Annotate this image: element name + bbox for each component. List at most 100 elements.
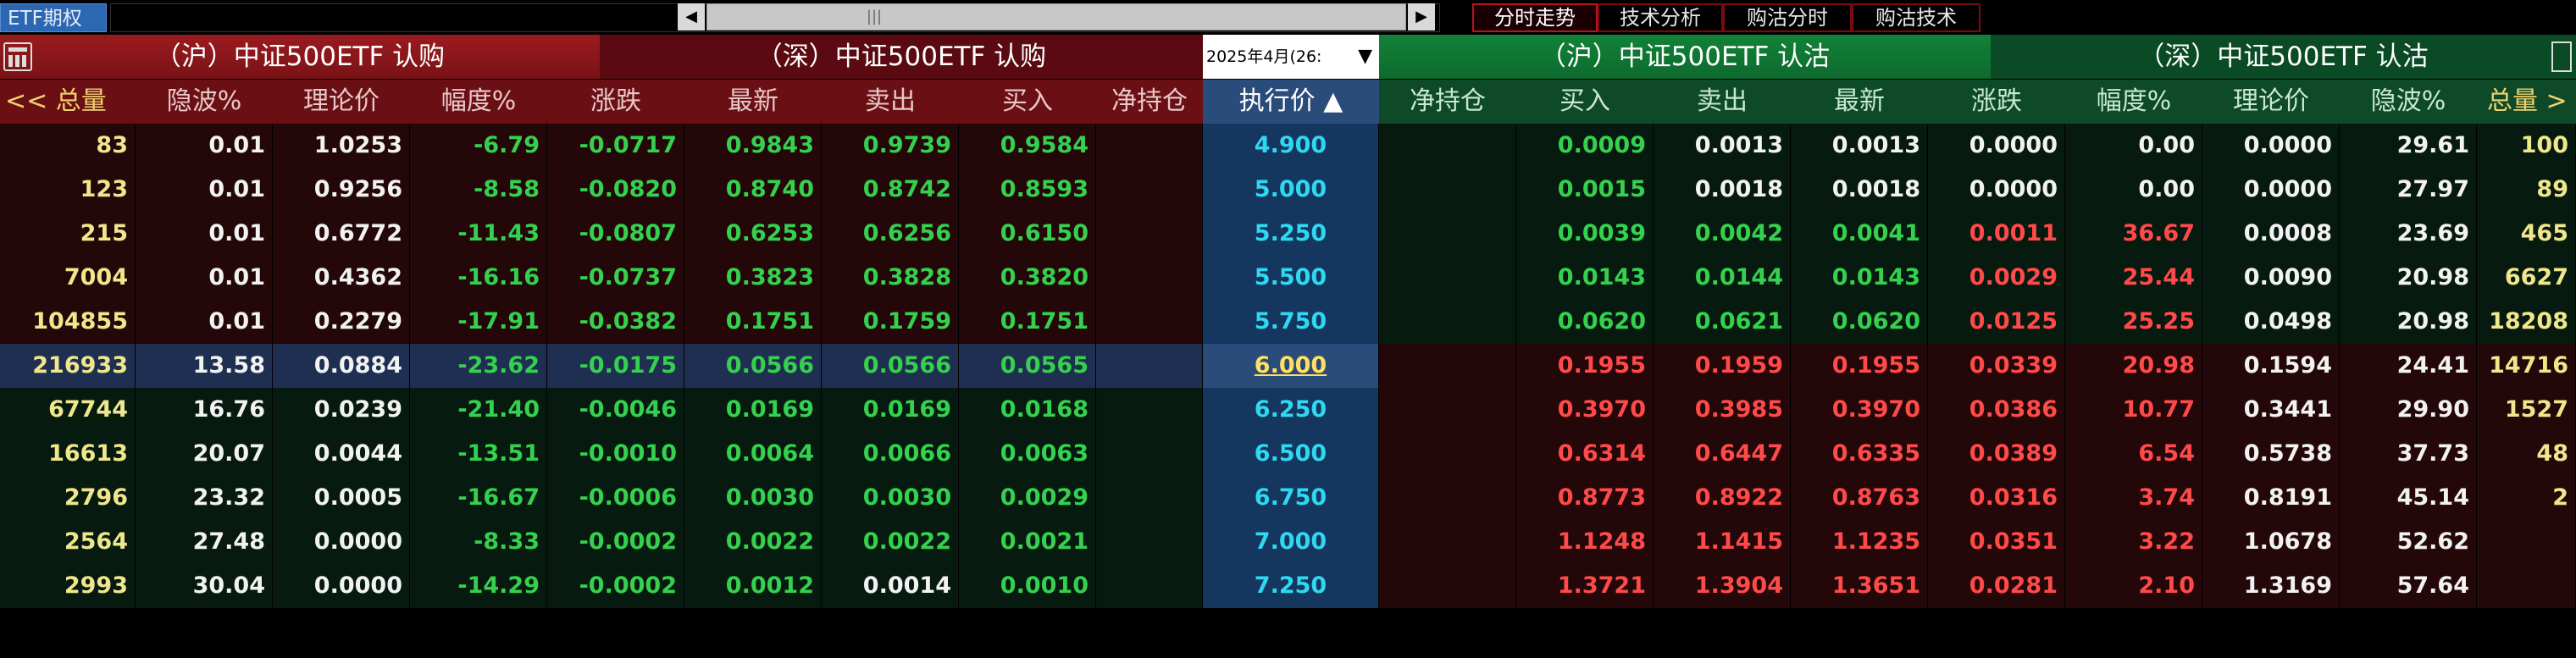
put-header-ask[interactable]: 卖出 bbox=[1654, 80, 1791, 124]
call-header-bid[interactable]: 买入 bbox=[959, 80, 1096, 124]
sh-call-title: （沪）中证500ETF 认购 bbox=[154, 41, 446, 72]
strike-price-cell[interactable]: 6.000 bbox=[1203, 344, 1379, 388]
call-change-pct-cell: -14.29 bbox=[410, 564, 547, 608]
expiry-month-select[interactable]: 2025年4月(26: ▼ bbox=[1203, 35, 1379, 79]
strike-price-cell[interactable]: 6.750 bbox=[1203, 476, 1379, 520]
call-header-implied-vol[interactable]: 隐波% bbox=[136, 80, 273, 124]
put-total-volume-cell: 100 bbox=[2477, 124, 2576, 168]
call-change-cell: -0.0010 bbox=[547, 432, 684, 476]
table-row[interactable]: 7004 0.01 0.4362 -16.16 -0.0737 0.3823 0.3828 0… bbox=[0, 256, 2576, 300]
tab-call-put-time-sharing[interactable]: 购沽分时 bbox=[1723, 3, 1852, 32]
put-change-pct-cell: 36.67 bbox=[2065, 212, 2202, 256]
put-ask-cell: 0.0018 bbox=[1654, 168, 1791, 212]
call-header-ask[interactable]: 卖出 bbox=[822, 80, 959, 124]
call-total-volume-cell: 2796 bbox=[0, 476, 136, 520]
call-net-open-interest-cell bbox=[1096, 564, 1203, 608]
put-change-pct-cell: 2.10 bbox=[2065, 564, 2202, 608]
table-row[interactable]: 216933 13.58 0.0884 -23.62 -0.0175 0.0566 0.05… bbox=[0, 344, 2576, 388]
strike-price-cell[interactable]: 4.900 bbox=[1203, 124, 1379, 168]
put-change-pct-cell: 20.98 bbox=[2065, 344, 2202, 388]
call-total-volume-cell: 123 bbox=[0, 168, 136, 212]
tab-time-sharing[interactable]: 分时走势 bbox=[1472, 3, 1598, 32]
call-net-open-interest-cell bbox=[1096, 168, 1203, 212]
put-header-last[interactable]: 最新 bbox=[1791, 80, 1928, 124]
tab-call-put-technical[interactable]: 购沽技术 bbox=[1852, 3, 1980, 32]
table-row[interactable]: 215 0.01 0.6772 -11.43 -0.0807 0.6253 0.6256 0.… bbox=[0, 212, 2576, 256]
call-last-cell: 0.0012 bbox=[684, 564, 822, 608]
put-change-pct-cell: 0.00 bbox=[2065, 124, 2202, 168]
put-total-volume-cell: 48 bbox=[2477, 432, 2576, 476]
call-bid-cell: 0.0029 bbox=[959, 476, 1096, 520]
call-change-pct-cell: -16.67 bbox=[410, 476, 547, 520]
strike-price-cell[interactable]: 5.750 bbox=[1203, 300, 1379, 344]
put-header-total-volume[interactable]: 总量 > bbox=[2477, 80, 2576, 124]
strike-price-cell[interactable]: 7.250 bbox=[1203, 564, 1379, 608]
sz-call-title: （深）中证500ETF 认购 bbox=[756, 41, 1047, 72]
scrollbar-grip-icon[interactable]: ||| bbox=[864, 3, 884, 30]
strike-price-cell[interactable]: 6.500 bbox=[1203, 432, 1379, 476]
tab-technical-analysis[interactable]: 技术分析 bbox=[1598, 3, 1723, 32]
put-net-open-interest-cell bbox=[1379, 432, 1516, 476]
call-change-pct-cell: -16.16 bbox=[410, 256, 547, 300]
table-row[interactable]: 67744 16.76 0.0239 -21.40 -0.0046 0.0169 0.016… bbox=[0, 388, 2576, 432]
table-row[interactable]: 2564 27.48 0.0000 -8.33 -0.0002 0.0022 0.0022 0… bbox=[0, 520, 2576, 564]
put-change-cell: 0.0281 bbox=[1928, 564, 2065, 608]
table-row[interactable]: 2993 30.04 0.0000 -14.29 -0.0002 0.0012 0.0014… bbox=[0, 564, 2576, 608]
put-change-pct-cell: 0.00 bbox=[2065, 168, 2202, 212]
call-bid-cell: 0.1751 bbox=[959, 300, 1096, 344]
put-header-change-pct[interactable]: 幅度% bbox=[2065, 80, 2202, 124]
put-bid-cell: 0.8773 bbox=[1516, 476, 1654, 520]
call-net-open-interest-cell bbox=[1096, 476, 1203, 520]
scrollbar-thumb[interactable] bbox=[706, 3, 1406, 30]
call-change-cell: -0.0717 bbox=[547, 124, 684, 168]
strike-price-cell[interactable]: 5.000 bbox=[1203, 168, 1379, 212]
put-theoretical-price-cell: 0.3441 bbox=[2202, 388, 2340, 432]
put-header-net-open-interest[interactable]: 净持仓 bbox=[1379, 80, 1516, 124]
put-theoretical-price-cell: 0.0000 bbox=[2202, 124, 2340, 168]
put-header-theoretical-price[interactable]: 理论价 bbox=[2202, 80, 2340, 124]
scroll-left-arrow-icon[interactable]: ◀ bbox=[678, 3, 705, 30]
table-row[interactable]: 2796 23.32 0.0005 -16.67 -0.0006 0.0030 0.0030… bbox=[0, 476, 2576, 520]
table-row[interactable]: 104855 0.01 0.2279 -17.91 -0.0382 0.1751 0.175… bbox=[0, 300, 2576, 344]
panel-toggle-icon[interactable] bbox=[2551, 41, 2572, 72]
etf-options-tab[interactable]: ETF期权 bbox=[0, 3, 107, 32]
put-header-change[interactable]: 涨跌 bbox=[1928, 80, 2065, 124]
strike-header-sort[interactable]: 执行价 ▲ bbox=[1203, 80, 1379, 124]
put-last-cell: 1.3651 bbox=[1791, 564, 1928, 608]
put-change-cell: 0.0000 bbox=[1928, 124, 2065, 168]
put-last-cell: 0.0143 bbox=[1791, 256, 1928, 300]
scroll-right-arrow-icon[interactable]: ▶ bbox=[1408, 3, 1435, 30]
strike-price-cell[interactable]: 6.250 bbox=[1203, 388, 1379, 432]
put-bid-cell: 1.1248 bbox=[1516, 520, 1654, 564]
table-row[interactable]: 123 0.01 0.9256 -8.58 -0.0820 0.8740 0.8742 0.8… bbox=[0, 168, 2576, 212]
put-net-open-interest-cell bbox=[1379, 344, 1516, 388]
put-header-bid[interactable]: 买入 bbox=[1516, 80, 1654, 124]
call-header-total-volume[interactable]: << 总量 bbox=[0, 80, 136, 124]
call-last-cell: 0.0169 bbox=[684, 388, 822, 432]
calculator-icon[interactable] bbox=[3, 42, 32, 71]
strike-price-cell[interactable]: 5.250 bbox=[1203, 212, 1379, 256]
call-theoretical-price-cell: 0.0000 bbox=[273, 520, 410, 564]
call-change-cell: -0.0382 bbox=[547, 300, 684, 344]
call-header-change[interactable]: 涨跌 bbox=[547, 80, 684, 124]
put-implied-vol-cell: 29.61 bbox=[2340, 124, 2477, 168]
chevron-down-icon[interactable]: ▼ bbox=[1358, 35, 1372, 79]
call-header-net-open-interest[interactable]: 净持仓 bbox=[1096, 80, 1203, 124]
call-header-theoretical-price[interactable]: 理论价 bbox=[273, 80, 410, 124]
put-total-volume-cell bbox=[2477, 564, 2576, 608]
put-change-cell: 0.0316 bbox=[1928, 476, 2065, 520]
put-implied-vol-cell: 29.90 bbox=[2340, 388, 2477, 432]
table-row[interactable]: 16613 20.07 0.0044 -13.51 -0.0010 0.0064 0.006… bbox=[0, 432, 2576, 476]
call-header-last[interactable]: 最新 bbox=[684, 80, 822, 124]
call-implied-vol-cell: 20.07 bbox=[136, 432, 273, 476]
call-implied-vol-cell: 30.04 bbox=[136, 564, 273, 608]
strike-price-cell[interactable]: 5.500 bbox=[1203, 256, 1379, 300]
put-header-implied-vol[interactable]: 隐波% bbox=[2340, 80, 2477, 124]
call-ask-cell: 0.8742 bbox=[822, 168, 959, 212]
put-net-open-interest-cell bbox=[1379, 476, 1516, 520]
call-last-cell: 0.9843 bbox=[684, 124, 822, 168]
call-header-change-pct[interactable]: 幅度% bbox=[410, 80, 547, 124]
strike-price-cell[interactable]: 7.000 bbox=[1203, 520, 1379, 564]
table-row[interactable]: 83 0.01 1.0253 -6.79 -0.0717 0.9843 0.9739 0.95… bbox=[0, 124, 2576, 168]
call-ask-cell: 0.9739 bbox=[822, 124, 959, 168]
